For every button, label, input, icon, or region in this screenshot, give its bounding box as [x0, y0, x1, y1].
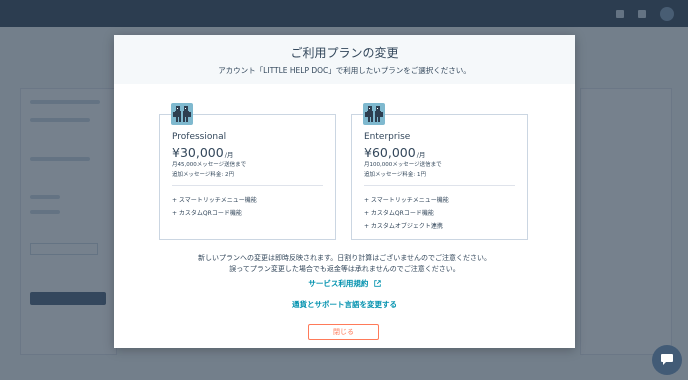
- plan-price-amount: ¥60,000: [364, 145, 416, 160]
- plan-divider: [172, 185, 323, 186]
- plan-divider: [364, 185, 515, 186]
- plan-feature: + スマートリッチメニュー機能: [364, 197, 449, 204]
- terms-link-label[interactable]: サービス利用規約: [308, 279, 368, 288]
- chat-widget-button[interactable]: [652, 345, 682, 375]
- plan-message-limit: 月100,000メッセージ送信まで: [364, 162, 442, 168]
- plan-extra-fee: 追加メッセージ料金: 1円: [364, 172, 426, 178]
- modal-title: ご利用プランの変更: [290, 46, 399, 60]
- change-currency-link[interactable]: 通貨とサポート言語を変更する: [114, 299, 575, 310]
- plan-extra-fee: 追加メッセージ料金: 2円: [172, 172, 234, 178]
- close-button[interactable]: 閉じる: [308, 324, 379, 340]
- external-link-icon: [371, 280, 381, 288]
- plan-price-period: /月: [416, 151, 426, 159]
- notice-text: 誤ってプラン変更した場合でも返金等は承れませんのでご注意ください。: [229, 265, 460, 273]
- plan-price: ¥60,000/月: [364, 145, 425, 160]
- notice-text: 新しいプランへの変更は即時反映されます。日割り計算はございませんのでご注意くださ…: [197, 254, 492, 262]
- plan-price-amount: ¥30,000: [172, 145, 224, 160]
- change-plan-modal: ご利用プランの変更 アカウント「LITTLE HELP DOC」で利用したいプラ…: [114, 35, 575, 348]
- modal-subtitle: アカウント「LITTLE HELP DOC」で利用したいプランをご選択ください。: [218, 66, 471, 75]
- plan-feature: + カスタムQRコード機能: [364, 210, 434, 217]
- terms-link[interactable]: サービス利用規約: [114, 278, 575, 289]
- plan-card-professional[interactable]: Professional ¥30,000/月 月45,000メッセージ送信まで …: [159, 103, 336, 240]
- plan-name: Professional: [172, 132, 227, 142]
- plan-feature: + カスタムQRコード機能: [172, 210, 242, 217]
- plan-price-period: /月: [224, 151, 234, 159]
- plan-card-enterprise[interactable]: Enterprise ¥60,000/月 月100,000メッセージ送信まで 追…: [351, 103, 528, 240]
- chat-bubble-icon: [660, 352, 674, 368]
- plan-feature: + スマートリッチメニュー機能: [172, 197, 257, 204]
- plan-message-limit: 月45,000メッセージ送信まで: [172, 162, 247, 168]
- plan-price: ¥30,000/月: [172, 145, 233, 160]
- robot-icon: [171, 103, 193, 125]
- robot-icon: [363, 103, 385, 125]
- modal-header: ご利用プランの変更 アカウント「LITTLE HELP DOC」で利用したいプラ…: [114, 35, 575, 84]
- plan-name: Enterprise: [364, 132, 411, 142]
- plan-feature: + カスタムオブジェクト連携: [364, 223, 443, 230]
